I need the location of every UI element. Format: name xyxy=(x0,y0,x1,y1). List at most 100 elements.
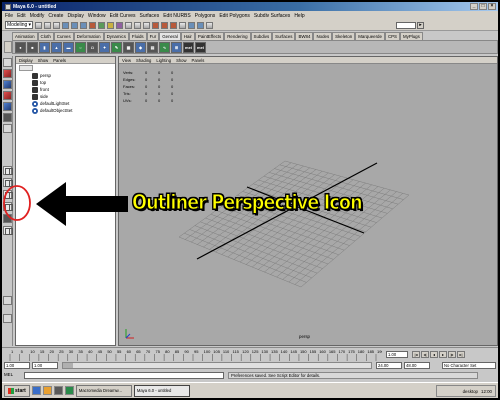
hypergraph-layout-icon[interactable] xyxy=(3,226,13,235)
taskbar-item-dreamweaver[interactable]: Macromedia Dreamw... xyxy=(75,384,132,397)
range-slider-handle[interactable] xyxy=(63,363,73,368)
time-slider[interactable]: 1 5 10 15 20 25 30 35 40 45 50 55 60 65 70 75 80 85 90 95 10… xyxy=(2,347,498,361)
character-set-dropdown[interactable]: No Character Set xyxy=(442,362,496,369)
options-tool-icon[interactable] xyxy=(3,314,12,323)
shelf-tab-marqueerde[interactable]: Marqueerde xyxy=(355,32,385,40)
outliner-menu-panels[interactable]: Panels xyxy=(53,58,66,63)
viewport-menu-panels[interactable]: Panels xyxy=(192,58,205,63)
viewport-menu-show[interactable]: Show xyxy=(176,58,186,63)
folder-quicklaunch-icon[interactable] xyxy=(42,386,52,395)
hypershade-layout-icon[interactable] xyxy=(3,214,12,223)
play-forward-icon[interactable]: ▸ xyxy=(439,351,447,358)
viewport-menu-shading[interactable]: Shading xyxy=(136,58,151,63)
outliner-menu-show[interactable]: Show xyxy=(38,58,48,63)
shelf-group-icon[interactable]: ⊞ xyxy=(171,41,182,53)
shelf-tab-painteffects[interactable]: PaintEffects xyxy=(194,32,225,40)
desktop-toolbar-label[interactable]: desktop xyxy=(463,389,478,394)
menu-surfaces[interactable]: Surfaces xyxy=(139,13,159,19)
lasso-tool-icon[interactable] xyxy=(3,69,12,78)
close-button[interactable]: × xyxy=(488,3,496,10)
outliner-perspective-layout-icon[interactable] xyxy=(3,190,13,199)
mask-surfaces-icon[interactable] xyxy=(116,21,123,29)
current-frame-field[interactable]: 1.00 xyxy=(386,351,408,358)
ie-quicklaunch-icon[interactable] xyxy=(31,386,41,395)
shelf-tab-surfaces[interactable]: Surfaces xyxy=(272,32,296,40)
select-component-icon[interactable] xyxy=(80,21,87,29)
go-to-end-icon[interactable]: ▸| xyxy=(457,351,465,358)
move-tool-icon[interactable] xyxy=(3,80,12,89)
shelf-cube-icon[interactable]: ■ xyxy=(27,41,38,53)
mask-joints-icon[interactable] xyxy=(98,21,105,29)
shelf-graph-icon[interactable]: ∿ xyxy=(159,41,170,53)
menu-modify[interactable]: Modify xyxy=(30,13,45,19)
save-scene-icon[interactable] xyxy=(53,21,60,29)
shelf-tab-general[interactable]: General xyxy=(159,32,181,40)
open-scene-icon[interactable] xyxy=(44,21,51,29)
select-object-icon[interactable] xyxy=(71,21,78,29)
shelf-tab-cps[interactable]: CPS xyxy=(384,32,400,40)
shelf-sphere-icon[interactable]: ● xyxy=(15,41,26,53)
paint-tool-icon[interactable] xyxy=(3,296,12,305)
menu-file[interactable]: File xyxy=(5,13,13,19)
shelf-tab-animation[interactable]: Animation xyxy=(12,32,38,40)
command-language-label[interactable]: MEL xyxy=(4,372,13,377)
menu-edit[interactable]: Edit xyxy=(17,13,26,19)
shelf-mel-icon[interactable]: mel xyxy=(183,41,194,53)
menu-polygons[interactable]: Polygons xyxy=(195,13,216,19)
four-view-layout-icon[interactable] xyxy=(3,178,13,187)
end-time-field[interactable]: 48.00 xyxy=(404,362,430,369)
playback-end-field[interactable]: 24.00 xyxy=(376,362,402,369)
mask-deformers-icon[interactable] xyxy=(125,21,132,29)
snap-grid-icon[interactable] xyxy=(152,21,159,29)
mask-render-icon[interactable] xyxy=(143,21,150,29)
menu-set-dropdown[interactable]: Modeling xyxy=(5,21,33,29)
select-hierarchy-icon[interactable] xyxy=(62,21,69,29)
shelf-menu-icon[interactable] xyxy=(4,41,12,53)
range-slider[interactable] xyxy=(62,362,372,369)
single-perspective-layout-icon[interactable] xyxy=(3,166,13,175)
shelf-cone-icon[interactable]: ▲ xyxy=(51,41,62,53)
shelf-tab-cloth[interactable]: Cloth xyxy=(37,32,54,40)
menu-create[interactable]: Create xyxy=(48,13,63,19)
outliner-item-top[interactable]: top xyxy=(32,79,115,86)
rotate-tool-icon[interactable] xyxy=(3,91,12,100)
shelf-tab-hair[interactable]: Hair xyxy=(180,32,195,40)
menu-edit-polygons[interactable]: Edit Polygons xyxy=(219,13,250,19)
step-back-icon[interactable]: ◂| xyxy=(421,351,429,358)
shelf-plane-icon[interactable]: ▬ xyxy=(63,41,74,53)
outliner-item-front[interactable]: front xyxy=(32,86,115,93)
shelf-tab-myplugs[interactable]: MyPlugs xyxy=(399,32,423,40)
menu-help[interactable]: Help xyxy=(294,13,304,19)
shelf-tab-nodes[interactable]: Nodes xyxy=(313,32,333,40)
shelf-light-icon[interactable]: ✦ xyxy=(99,41,110,53)
last-tool-icon[interactable] xyxy=(3,124,12,133)
menu-edit-curves[interactable]: Edit Curves xyxy=(110,13,136,19)
shelf-tab-rendering[interactable]: Rendering xyxy=(224,32,251,40)
play-backward-icon[interactable]: ◂ xyxy=(430,351,438,358)
shelf-render-icon[interactable]: ◆ xyxy=(135,41,146,53)
minimize-button[interactable]: _ xyxy=(470,3,478,10)
media-quicklaunch-icon[interactable] xyxy=(64,386,74,395)
outliner-item-side[interactable]: side xyxy=(32,93,115,100)
viewport-menu-view[interactable]: View xyxy=(122,58,131,63)
shelf-tab-bw84[interactable]: BW84 xyxy=(295,32,314,40)
snap-curve-icon[interactable] xyxy=(161,21,168,29)
step-forward-icon[interactable]: |▸ xyxy=(448,351,456,358)
scale-tool-icon[interactable] xyxy=(3,102,12,111)
shelf-tab-skeleton[interactable]: Skeleton xyxy=(332,32,356,40)
shelf-tab-fur[interactable]: Fur xyxy=(146,32,160,40)
ipr-render-icon[interactable] xyxy=(197,21,204,29)
outliner-item-persp[interactable]: persp xyxy=(32,72,115,79)
shelf-paint-icon[interactable]: ✎ xyxy=(111,41,122,53)
shelf-tab-fluids[interactable]: Fluids xyxy=(128,32,147,40)
outliner-item-defaultobjectset[interactable]: defaultObjectSet xyxy=(32,107,115,114)
shelf-cylinder-icon[interactable]: ▮ xyxy=(39,41,50,53)
viewport-menu-lighting[interactable]: Lighting xyxy=(156,58,171,63)
outliner-menu-display[interactable]: Display xyxy=(19,58,33,63)
quick-select-field[interactable] xyxy=(396,22,416,29)
history-icon[interactable] xyxy=(179,21,186,29)
command-input[interactable] xyxy=(24,372,224,379)
go-to-start-icon[interactable]: |◂ xyxy=(412,351,420,358)
shelf-hypershade-icon[interactable]: ▤ xyxy=(147,41,158,53)
shelf-torus-icon[interactable]: ○ xyxy=(75,41,86,53)
